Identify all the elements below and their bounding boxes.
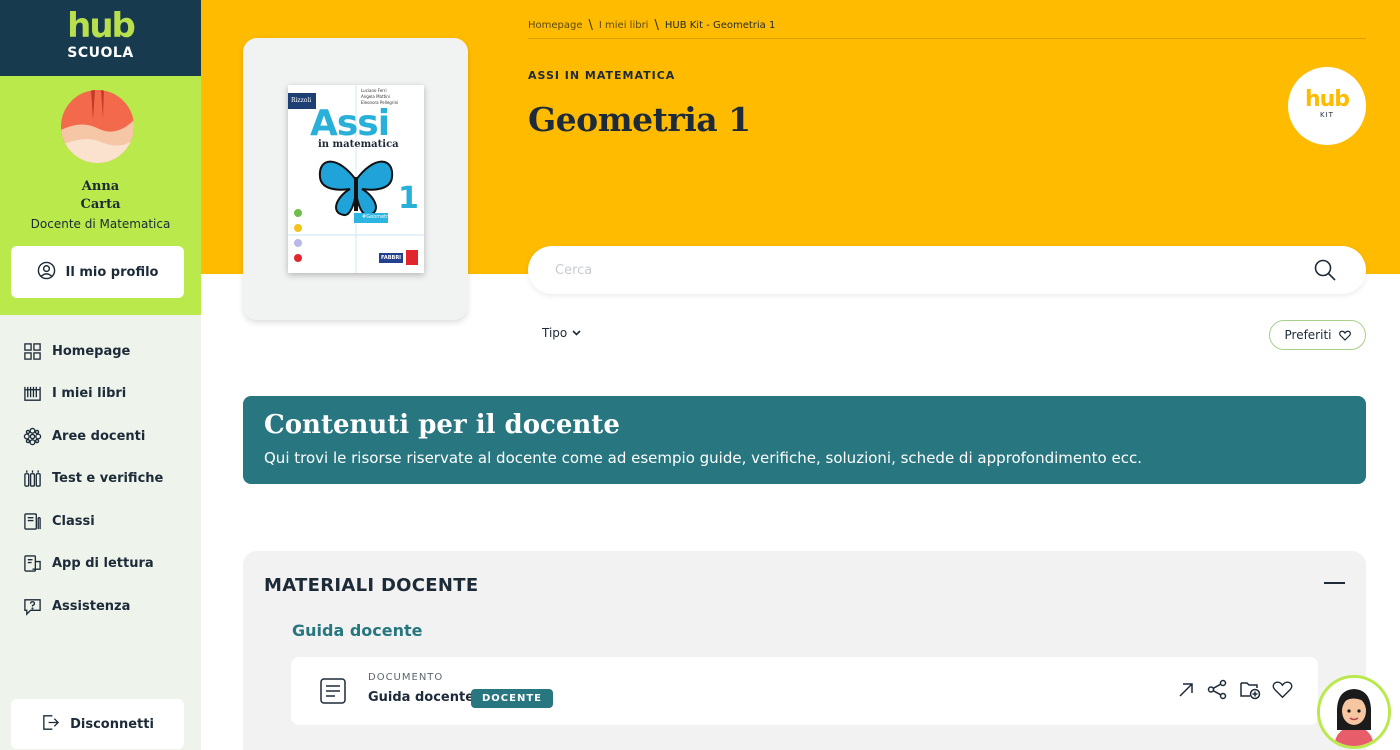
teacher-materials-panel: MATERIALI DOCENTE Guida docente DOCUMENT… — [243, 551, 1366, 750]
reader-app-icon — [24, 555, 41, 573]
teacher-content-banner: Contenuti per il docente Qui trovi le ri… — [243, 396, 1366, 484]
cover-publisher: Rizzoli — [291, 97, 312, 104]
user-panel: Anna Carta Docente di Matematica Il mio … — [0, 76, 201, 315]
favorites-label: Preferiti — [1284, 328, 1332, 342]
sidebar-item-label: App di lettura — [52, 556, 154, 572]
kit-logo-sub: KIT — [1320, 111, 1334, 119]
kit-logo-main: hub — [1304, 87, 1350, 112]
document-actions — [1176, 679, 1293, 700]
avatar — [61, 90, 134, 163]
sidebar-item-reader-app[interactable]: App di lettura — [0, 543, 201, 586]
sidebar-item-label: Homepage — [52, 343, 131, 359]
document-type: DOCUMENTO — [368, 672, 444, 683]
document-icon — [319, 677, 347, 709]
assistant-avatar[interactable] — [1317, 675, 1391, 749]
logout-label: Disconnetti — [70, 716, 154, 732]
sidebar-item-teacher-areas[interactable]: Aree docenti — [0, 415, 201, 458]
search-input[interactable] — [555, 258, 1295, 282]
breadcrumb: Homepage \ I miei libri \ HUB Kit - Geom… — [528, 18, 775, 33]
user-role: Docente di Matematica — [30, 217, 171, 231]
user-last-name: Carta — [80, 197, 121, 212]
sidebar-item-classes[interactable]: Classi — [0, 500, 201, 543]
sidebar-item-label: Test e verifiche — [52, 471, 164, 487]
sidebar-item-label: Assistenza — [52, 598, 131, 614]
sidebar: hub SCUOLA Anna Carta Docente di Matemat… — [0, 0, 201, 750]
grid-icon — [24, 342, 41, 360]
logout-button[interactable]: Disconnetti — [11, 699, 184, 749]
flower-icon — [23, 427, 42, 445]
my-profile-button[interactable]: Il mio profilo — [11, 246, 184, 298]
user-first-name: Anna — [81, 179, 120, 194]
breadcrumb-current: HUB Kit - Geometria 1 — [664, 20, 776, 31]
teacher-badge: DOCENTE — [471, 689, 553, 708]
sidebar-item-support[interactable]: Assistenza — [0, 585, 201, 628]
series-name: ASSI IN MATEMATICA — [528, 69, 676, 82]
help-chat-icon — [24, 598, 41, 616]
heart-icon[interactable] — [1272, 680, 1293, 699]
user-circle-icon — [37, 261, 56, 284]
cover-volume: 1 — [398, 181, 419, 216]
cover-tag: #Geometria — [362, 214, 393, 220]
breadcrumb-divider — [528, 38, 1366, 39]
breadcrumb-separator: \ — [588, 18, 593, 33]
cover-author: Angela Mattini — [361, 94, 390, 99]
materials-title: MATERIALI DOCENTE — [264, 575, 479, 596]
collapse-minus-icon[interactable] — [1324, 582, 1345, 584]
hub-scuola-logo[interactable]: hub SCUOLA — [0, 0, 201, 76]
sidebar-item-my-books[interactable]: I miei libri — [0, 373, 201, 416]
tests-icon — [24, 470, 41, 488]
type-filter-label: Tipo — [542, 326, 568, 340]
add-to-folder-icon[interactable] — [1239, 679, 1261, 700]
teacher-banner-title: Contenuti per il docente — [264, 410, 620, 440]
logout-icon — [41, 713, 60, 736]
page-title: Geometria 1 — [528, 100, 751, 139]
cover-title: Assi — [310, 103, 390, 144]
teacher-banner-description: Qui trovi le risorse riservate al docent… — [264, 449, 1142, 467]
sidebar-item-label: Aree docenti — [52, 428, 146, 444]
sidebar-nav: Homepage I miei libri Aree docenti Test … — [0, 330, 201, 628]
chevron-down-icon — [572, 330, 581, 336]
sidebar-item-label: I miei libri — [52, 386, 127, 402]
sidebar-item-tests[interactable]: Test e verifiche — [0, 458, 201, 501]
type-filter-dropdown[interactable]: Tipo — [542, 326, 581, 340]
open-external-icon[interactable] — [1176, 680, 1196, 700]
breadcrumb-link-homepage[interactable]: Homepage — [528, 20, 583, 31]
heart-icon — [1338, 330, 1351, 341]
sidebar-item-homepage[interactable]: Homepage — [0, 330, 201, 373]
materials-section-title: Guida docente — [292, 621, 423, 640]
search-bar — [528, 246, 1366, 294]
list-item[interactable]: DOCUMENTO Guida docente DOCENTE — [291, 657, 1318, 725]
book-cover-card: Rizzoli Luciano Ferri Angela Mattini Ele… — [243, 38, 468, 320]
share-icon[interactable] — [1207, 679, 1228, 700]
books-icon — [24, 387, 41, 402]
sidebar-item-label: Classi — [52, 513, 95, 529]
classroom-icon — [24, 512, 41, 530]
search-icon[interactable] — [1313, 258, 1337, 286]
cover-subtitle: in matematica — [318, 139, 399, 150]
cover-imprint: FABBRI — [381, 255, 402, 261]
logo-sub-text: SCUOLA — [67, 45, 134, 61]
breadcrumb-separator: \ — [654, 18, 659, 33]
hub-kit-logo: hub KIT — [1288, 67, 1366, 145]
cover-author: Luciano Ferri — [361, 88, 387, 93]
document-name: Guida docente — [368, 690, 475, 705]
my-profile-label: Il mio profilo — [65, 264, 159, 280]
favorites-filter-button[interactable]: Preferiti — [1269, 320, 1366, 350]
breadcrumb-link-my-books[interactable]: I miei libri — [599, 20, 649, 31]
logo-main-text: hub — [67, 6, 136, 46]
book-cover[interactable]: Rizzoli Luciano Ferri Angela Mattini Ele… — [288, 85, 424, 273]
